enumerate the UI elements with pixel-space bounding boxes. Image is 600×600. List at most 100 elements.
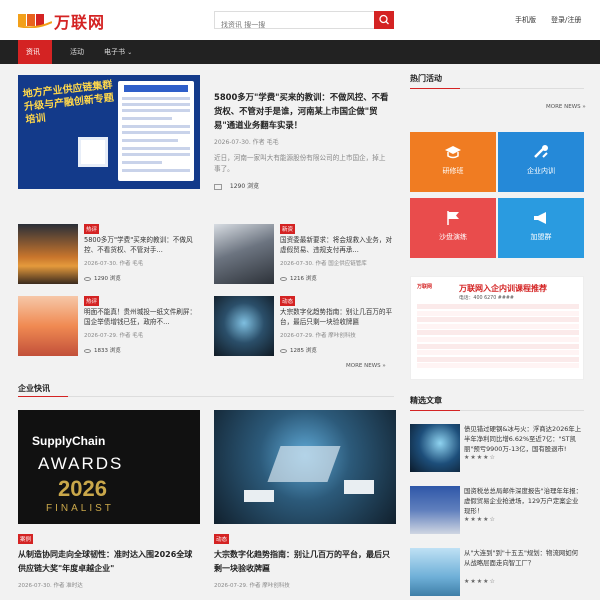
megaphone-icon	[534, 212, 546, 224]
award-status: FINALIST	[46, 503, 114, 514]
eye-icon	[84, 276, 91, 281]
search-box	[214, 11, 374, 33]
featured-banner-text: 地方产业供应链集群升级与产融创新专题培训	[22, 79, 115, 126]
rating-stars: ★★★★☆	[464, 454, 496, 461]
rating-stars: ★★★★☆	[464, 578, 496, 585]
award-brand: SupplyChain	[32, 434, 106, 448]
list-item[interactable]: 从"大连到"到"十五五"规划：物流网如何从战略层面走向智工厂？ ★★★★☆	[410, 548, 584, 596]
featured-title[interactable]: 5800多万"学费"买来的教训：不做风控、不看货权、不管对手是谁，河南某上市国企…	[214, 90, 392, 132]
tools-icon	[534, 145, 548, 158]
list-item[interactable]: 债见错过硬钢&冰与火：浮商达2026年上半年净利同比增6.62%至近7亿："ST…	[410, 424, 584, 472]
sidebar-more-link[interactable]: MORE NEWS »	[546, 104, 586, 110]
nav-item-news[interactable]: 资讯 ⌄	[18, 40, 52, 80]
section-divider	[410, 410, 584, 411]
article-meta: 2026-07-29. 作者 摩咔创科技	[214, 583, 290, 589]
article-thumbnail[interactable]	[410, 548, 460, 596]
tile-sandbox[interactable]: 沙盘演练	[410, 198, 496, 258]
ad-brand: 万联网	[417, 284, 433, 290]
share-icon[interactable]	[214, 183, 222, 190]
article-title[interactable]: 从"大连到"到"十五五"规划：物流网如何从战略层面走向智工厂？	[464, 548, 584, 568]
article-title[interactable]: 从制造协同走向全球韧性：准时达入围2026全球供应链大奖"年度卓越企业"	[18, 548, 200, 576]
article-meta: 2026-07-29. 作者 毛毛	[84, 333, 144, 339]
article-thumbnail[interactable]	[214, 296, 274, 356]
list-item[interactable]: 动态 大宗数字化趋势指南：别让几百万的平台，最后只剩一块验收牌匾 2026-07…	[214, 296, 404, 356]
article-thumbnail[interactable]	[410, 486, 460, 534]
article-tag: 热评	[84, 296, 100, 306]
article-title[interactable]: 国资委最新要求：将会规救入业务，对虚假贸易、违规支付再承...	[280, 235, 394, 255]
tile-label: 加盟群	[530, 233, 552, 241]
article-views: 1833 浏览	[84, 346, 121, 354]
flag-icon	[447, 211, 459, 225]
featured-description: 近日，河南一家叫大有能源股份有限公司的上市国企，掉上事了。	[214, 154, 386, 173]
list-item[interactable]: 热评 明面不能真！贵州城投一纸文件刷屏：国企举债增钱已狂，政府不... 2026…	[18, 296, 208, 356]
search-input[interactable]	[215, 17, 374, 33]
article-thumbnail-digital[interactable]	[214, 410, 396, 524]
featured-meta: 2026-07-30. 作者 毛毛	[214, 139, 279, 146]
search-button[interactable]	[374, 11, 394, 29]
top-header: 万联网 手机版 登录/注册	[0, 0, 600, 40]
tile-label: 企业内训	[527, 167, 555, 175]
views-count: 1216 浏览	[290, 276, 317, 282]
mobile-version-link[interactable]: 手机版	[515, 15, 536, 25]
training-ad-banner[interactable]: 万联网 万联网入企内训课程推荐 电话：400 6270 ####	[410, 276, 584, 380]
section-divider	[18, 396, 394, 397]
eye-icon	[84, 348, 91, 353]
tile-training[interactable]: 研修班	[410, 132, 496, 192]
award-year: 2026	[58, 476, 107, 501]
article-meta: 2026-07-30. 作者 准时达	[18, 583, 83, 589]
article-title[interactable]: 大宗数字化趋势指南：别让几百万的平台，最后只剩一块验收牌匾	[214, 548, 396, 576]
eye-icon	[280, 276, 287, 281]
tile-in-house[interactable]: 企业内训	[498, 132, 584, 192]
nav-label: 活动	[70, 48, 84, 56]
article-thumbnail[interactable]	[18, 224, 78, 284]
article-views: 1290 浏览	[84, 274, 121, 282]
list-item[interactable]: 国资税总总局邮件深度报告"治理年年报：虚假贸易企业抢进场，129万户定案企业现形…	[410, 486, 584, 534]
list-item[interactable]: 热评 5800多万"学费"买来的教训：不做风控、不看货权、不管对手... 202…	[18, 224, 208, 284]
article-views: 1216 浏览	[280, 274, 317, 282]
list-item[interactable]: 新资 国资委最新要求：将会规救入业务，对虚假贸易、违规支付再承... 2026-…	[214, 224, 404, 284]
featured-info-panel	[118, 81, 194, 181]
section-divider	[410, 88, 584, 89]
article-meta: 2026-07-30. 作者 毛毛	[84, 261, 144, 267]
tile-label: 研修班	[442, 167, 464, 175]
login-register-link[interactable]: 登录/注册	[551, 15, 581, 25]
article-tag: 案例	[18, 534, 34, 544]
views-count: 1833 浏览	[94, 348, 121, 354]
article-thumbnail[interactable]	[18, 296, 78, 356]
rating-stars: ★★★★☆	[464, 516, 496, 523]
article-title[interactable]: 国资税总总局邮件深度报告"治理年年报：虚假贸易企业抢进场，129万户定案企业现形…	[464, 486, 584, 516]
article-thumbnail[interactable]	[214, 224, 274, 284]
article-title[interactable]: 明面不能真！贵州城投一纸文件刷屏：国企举债增钱已狂，政府不...	[84, 307, 198, 327]
views-count: 1290 浏览	[229, 183, 260, 190]
article-tag: 动态	[214, 534, 230, 544]
nav-label: 资讯	[26, 48, 40, 56]
article-tag: 动态	[280, 296, 296, 306]
eye-icon	[280, 348, 287, 353]
ad-title: 万联网入企内训课程推荐	[459, 284, 547, 293]
nav-item-ebook[interactable]: 电子书 ⌄	[96, 40, 140, 64]
tile-join-group[interactable]: 加盟群	[498, 198, 584, 258]
article-thumbnail-award[interactable]: SupplyChain AWARDS 2026 FINALIST	[18, 410, 200, 524]
graduation-cap-icon	[445, 146, 461, 159]
views-count: 1285 浏览	[290, 348, 317, 354]
article-tag: 新资	[280, 224, 296, 234]
site-logo[interactable]: 万联网	[18, 9, 108, 32]
article-thumbnail[interactable]	[410, 424, 460, 472]
article-title[interactable]: 债见错过硬钢&冰与火：浮商达2026年上半年净利同比增6.62%至近7亿："ST…	[464, 424, 584, 454]
nav-item-events[interactable]: 活动	[62, 40, 92, 64]
logo-text: 万联网	[54, 13, 106, 32]
search-icon	[379, 14, 389, 25]
article-title[interactable]: 5800多万"学费"买来的教训：不做风控、不看货权、不管对手...	[84, 235, 198, 255]
sidebar-title-hot-events: 热门活动	[410, 74, 442, 83]
section-title-enterprise: 企业快讯	[18, 384, 50, 393]
ad-course-table	[417, 304, 579, 374]
ad-phone: 电话：400 6270 ####	[459, 296, 514, 301]
qr-code-icon	[78, 137, 108, 167]
main-nav: 资讯 ⌄ 活动 电子书 ⌄	[0, 40, 600, 80]
chevron-down-icon: ⌄	[127, 49, 133, 56]
article-title[interactable]: 大宗数字化趋势指南：别让几百万的平台，最后只剩一块验收牌匾	[280, 307, 394, 327]
more-news-link[interactable]: MORE NEWS »	[346, 363, 386, 369]
featured-article-image[interactable]: 地方产业供应链集群升级与产融创新专题培训	[18, 75, 200, 189]
nav-label: 电子书	[104, 48, 125, 56]
article-meta: 2026-07-30. 作者 国企供应链管库	[280, 261, 367, 267]
